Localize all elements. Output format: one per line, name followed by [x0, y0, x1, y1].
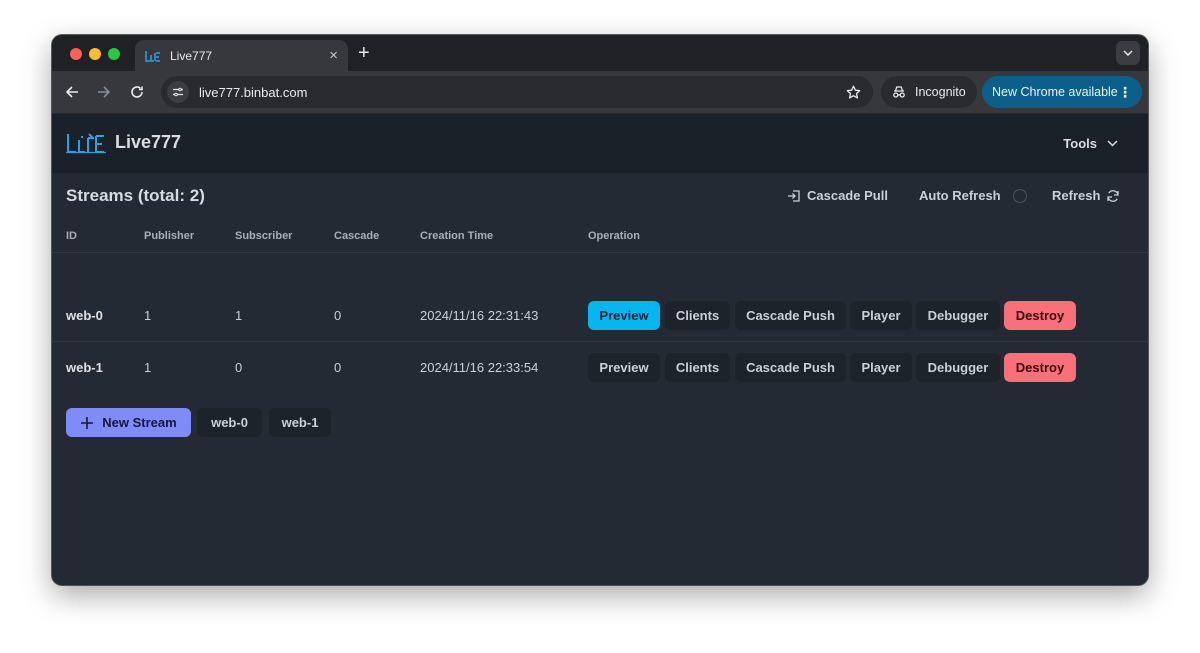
close-window-button[interactable]: [70, 48, 82, 60]
preview-button[interactable]: Preview: [588, 353, 660, 382]
column-header-id: ID: [66, 230, 77, 242]
auto-refresh-checkbox[interactable]: [1012, 188, 1027, 203]
creation-time: 2024/11/16 22:31:43: [420, 308, 539, 323]
column-header-subscriber: Subscriber: [235, 230, 293, 242]
reload-button[interactable]: [128, 83, 146, 101]
cascade-push-button[interactable]: Cascade Push: [735, 353, 846, 382]
cascade-pull-label: Cascade Pull: [807, 188, 888, 203]
new-tab-button[interactable]: +: [358, 42, 370, 64]
live777-favicon-icon: [145, 50, 161, 62]
chrome-update-button[interactable]: New Chrome available ⋮: [982, 76, 1142, 108]
cascade-push-button[interactable]: Cascade Push: [735, 301, 846, 330]
tab-strip: Live777 × +: [52, 35, 1148, 71]
url-text[interactable]: live777.binbat.com: [199, 85, 846, 100]
chevron-down-icon: [1123, 50, 1133, 56]
browser-window: Live777 × + live777.binbat.com Incognito…: [52, 35, 1148, 585]
creation-time: 2024/11/16 22:33:54: [420, 360, 539, 375]
site-info-icon[interactable]: [167, 81, 189, 103]
arrow-right-icon: [98, 86, 111, 98]
login-icon: [788, 189, 800, 202]
update-label: New Chrome available: [992, 85, 1118, 99]
subscriber-count: 0: [235, 360, 243, 375]
cascade-count: 0: [334, 360, 342, 375]
destroy-button[interactable]: Destroy: [1004, 353, 1076, 382]
cascade-pull-button[interactable]: Cascade Pull: [787, 188, 888, 203]
auto-refresh-label: Auto Refresh: [919, 188, 1001, 203]
app-header: Live777 Tools: [52, 114, 1148, 173]
debugger-button[interactable]: Debugger: [916, 301, 1000, 330]
live777-logo-icon: [66, 133, 106, 154]
clients-button[interactable]: Clients: [665, 301, 730, 330]
streams-panel: Streams (total: 2) Cascade Pull Auto Ref…: [52, 173, 1148, 585]
browser-tab[interactable]: Live777 ×: [135, 40, 348, 71]
forward-button[interactable]: [95, 83, 113, 101]
destroy-button[interactable]: Destroy: [1004, 301, 1076, 330]
chevron-down-icon: [1107, 140, 1118, 147]
page-title: Streams (total: 2): [66, 186, 205, 205]
column-header-creation-time: Creation Time: [420, 230, 494, 242]
clients-button[interactable]: Clients: [665, 353, 730, 382]
incognito-chip[interactable]: Incognito: [881, 76, 977, 108]
tools-menu-button[interactable]: Tools: [1063, 136, 1118, 151]
preview-button[interactable]: Preview: [588, 301, 660, 330]
browser-toolbar: live777.binbat.com Incognito New Chrome …: [52, 71, 1148, 114]
arrow-left-icon: [65, 86, 78, 98]
stream-id: web-1: [66, 360, 103, 375]
column-header-cascade: Cascade: [334, 230, 380, 242]
tab-search-button[interactable]: [1116, 41, 1140, 65]
stream-tab-web-0[interactable]: web-0: [197, 408, 262, 437]
reload-icon: [131, 86, 143, 98]
refresh-icon: [1107, 189, 1120, 202]
table-divider: [52, 341, 1148, 342]
new-stream-label: New Stream: [102, 415, 177, 430]
tab-close-icon[interactable]: ×: [329, 48, 338, 63]
minimize-window-button[interactable]: [89, 48, 101, 60]
auto-refresh-toggle[interactable]: Auto Refresh: [919, 188, 1027, 203]
new-stream-button[interactable]: New Stream: [66, 408, 191, 437]
debugger-button[interactable]: Debugger: [916, 353, 1000, 382]
subscriber-count: 1: [235, 308, 243, 323]
bookmark-star-icon[interactable]: [846, 85, 861, 100]
app-title: Live777: [115, 132, 182, 152]
player-button[interactable]: Player: [850, 353, 912, 382]
address-bar[interactable]: live777.binbat.com: [161, 76, 873, 108]
tab-title: Live777: [170, 48, 213, 63]
tools-label: Tools: [1063, 136, 1097, 151]
plus-icon: [81, 416, 94, 429]
more-menu-icon[interactable]: ⋮: [1118, 84, 1132, 101]
publisher-count: 1: [144, 308, 152, 323]
stream-id: web-0: [66, 308, 103, 323]
refresh-label: Refresh: [1052, 188, 1101, 203]
back-button[interactable]: [63, 83, 81, 101]
table-divider: [52, 252, 1148, 253]
publisher-count: 1: [144, 360, 152, 375]
incognito-label: Incognito: [915, 85, 966, 99]
incognito-icon: [893, 86, 905, 98]
player-button[interactable]: Player: [850, 301, 912, 330]
maximize-window-button[interactable]: [108, 48, 120, 60]
column-header-operation: Operation: [588, 230, 640, 242]
cascade-count: 0: [334, 308, 342, 323]
stream-tab-web-1[interactable]: web-1: [269, 408, 331, 437]
refresh-button[interactable]: Refresh: [1052, 188, 1120, 203]
column-header-publisher: Publisher: [144, 230, 195, 242]
